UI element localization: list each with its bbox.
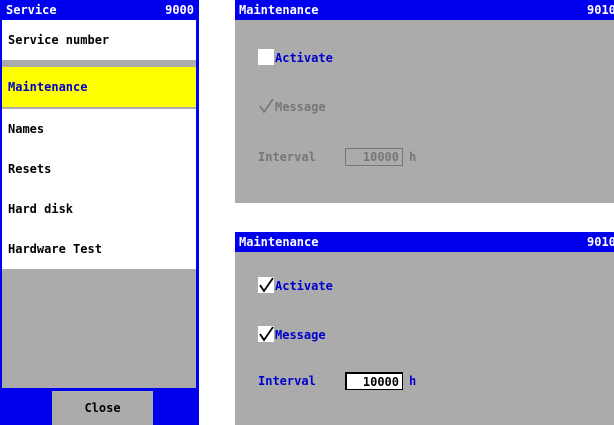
menu-item-maintenance[interactable]: Maintenance — [2, 67, 196, 107]
interval-unit: h — [409, 150, 417, 164]
service-menu-code: 9000 — [165, 3, 194, 17]
service-menu-list: Service number Maintenance Names Resets … — [2, 20, 196, 388]
maintenance-window-active: Maintenance 9010 Activate Message Interv… — [235, 232, 614, 425]
menu-item-label: Names — [8, 122, 45, 136]
menu-item-resets[interactable]: Resets — [2, 149, 196, 189]
maintenance-titlebar: Maintenance 9010 — [235, 232, 614, 252]
menu-item-label: Hardware Test — [8, 242, 102, 256]
activate-label: Activate — [275, 279, 333, 293]
maintenance-code: 9010 — [587, 235, 614, 249]
menu-item-names[interactable]: Names — [2, 109, 196, 149]
service-menu-titlebar: Service 9000 — [0, 0, 199, 20]
maintenance-window-inactive: Maintenance 9010 Activate Message Interv… — [235, 0, 614, 203]
service-menu-panel: Service 9000 Service number Maintenance … — [0, 0, 199, 425]
message-label: Message — [275, 100, 326, 114]
interval-input[interactable] — [345, 148, 403, 166]
service-menu-title: Service — [6, 3, 57, 17]
message-checkbox[interactable] — [258, 98, 274, 114]
activate-checkbox[interactable] — [258, 277, 274, 293]
interval-unit: h — [409, 374, 417, 388]
message-checkbox[interactable] — [258, 326, 274, 342]
menu-item-hard-disk[interactable]: Hard disk — [2, 189, 196, 229]
interval-label: Interval — [258, 374, 316, 388]
maintenance-code: 9010 — [587, 3, 614, 17]
menu-item-hardware-test[interactable]: Hardware Test — [2, 229, 196, 269]
activate-label: Activate — [275, 51, 333, 65]
interval-input[interactable] — [345, 372, 403, 390]
maintenance-titlebar: Maintenance 9010 — [235, 0, 614, 20]
activate-checkbox[interactable] — [258, 49, 274, 65]
menu-item-label: Hard disk — [8, 202, 74, 216]
maintenance-title: Maintenance — [239, 235, 319, 249]
menu-item-service-number[interactable]: Service number — [2, 20, 196, 60]
message-label: Message — [275, 328, 326, 342]
menu-item-label: Resets — [8, 162, 52, 176]
close-button[interactable]: Close — [52, 391, 153, 425]
menu-item-label: Maintenance — [8, 80, 88, 94]
menu-item-label: Service number — [8, 33, 110, 47]
maintenance-title: Maintenance — [239, 3, 319, 17]
interval-label: Interval — [258, 150, 316, 164]
